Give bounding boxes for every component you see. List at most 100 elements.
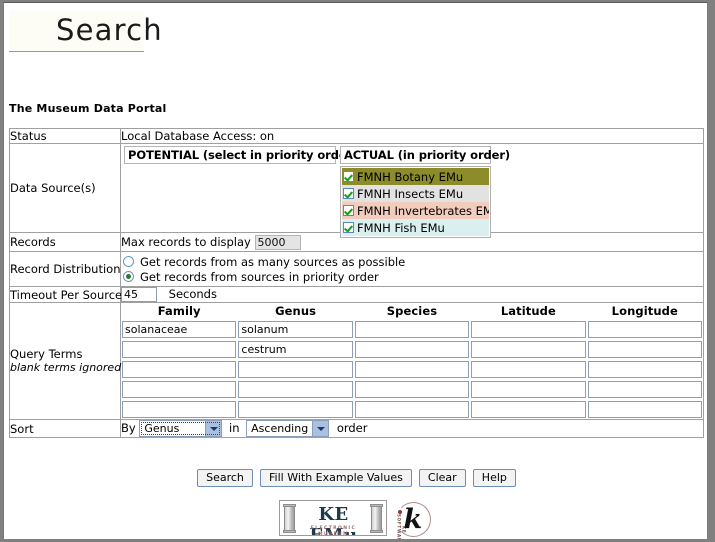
query-term-input[interactable]: [238, 380, 353, 398]
query-term-input[interactable]: [122, 380, 237, 398]
max-records-input[interactable]: [254, 234, 301, 250]
query-terms-row: Query Terms blank terms ignored Family Ge…: [9, 302, 704, 420]
timeout-value-cell: Seconds: [120, 286, 704, 303]
radio-priority-order-label: Get records from sources in priority ord…: [140, 269, 379, 284]
sort-controls: By Genus in Ascending order: [120, 419, 704, 438]
records-label: Records: [9, 232, 121, 252]
data-source-item-label: FMNH Invertebrates EMu: [357, 203, 489, 218]
query-term-input[interactable]: [354, 340, 470, 358]
query-terms-row: [121, 359, 703, 379]
query-terms-label-cell: Query Terms blank terms ignored: [9, 302, 121, 420]
query-term-input[interactable]: [122, 340, 237, 358]
query-terms-grid-cell: Family Genus Species Latitude Longitude: [120, 302, 704, 420]
query-term-input[interactable]: [238, 400, 353, 418]
query-term-input[interactable]: [238, 320, 353, 338]
status-row: Status Local Database Access: on: [9, 128, 704, 144]
checkbox-checked-icon[interactable]: [343, 188, 354, 199]
query-term-input[interactable]: [122, 320, 237, 338]
query-term-input[interactable]: [238, 360, 353, 378]
actual-source-list[interactable]: FMNH Botany EMu FMNH Insects EMu FMNH Inve…: [340, 166, 491, 238]
data-source-item-label: FMNH Botany EMu: [357, 169, 464, 184]
clear-button[interactable]: Clear: [418, 468, 466, 487]
data-source-item[interactable]: FMNH Fish EMu: [342, 219, 489, 236]
record-distribution-option-priority[interactable]: Get records from sources in priority ord…: [121, 269, 703, 284]
timeout-input[interactable]: [121, 287, 157, 302]
ke-emu-logo-tagline: ELECTRONIC MUSEUM: [310, 526, 357, 536]
radio-priority-order[interactable]: [123, 271, 134, 282]
data-source-item[interactable]: FMNH Botany EMu: [342, 168, 489, 185]
potential-column-header: POTENTIAL (select in priority order): [124, 146, 357, 164]
column-icon: [282, 504, 296, 533]
query-term-input[interactable]: [354, 400, 470, 418]
query-term-input[interactable]: [471, 360, 586, 378]
query-terms-label: Query Terms: [10, 347, 83, 361]
query-terms-body: [121, 319, 703, 419]
data-source-label: Data Source(s): [9, 143, 121, 233]
footer-logo-group: KE EMu ELECTRONIC MUSEUM KE SOFTWARE k: [278, 500, 435, 539]
sort-direction-value: Ascending: [251, 422, 309, 435]
query-terms-column-header: Genus: [275, 303, 317, 318]
data-source-item-label: FMNH Insects EMu: [357, 186, 464, 201]
portal-heading: The Museum Data Portal: [9, 102, 167, 115]
query-term-input[interactable]: [587, 320, 702, 338]
query-term-input[interactable]: [471, 340, 586, 358]
checkbox-checked-icon[interactable]: [343, 205, 354, 216]
sort-label: Sort: [9, 419, 121, 438]
query-term-input[interactable]: [122, 360, 237, 378]
search-button[interactable]: Search: [197, 468, 253, 487]
checkbox-checked-icon[interactable]: [343, 171, 354, 182]
query-term-input[interactable]: [471, 400, 586, 418]
query-term-input[interactable]: [238, 340, 353, 358]
query-terms-column-header: Species: [386, 303, 438, 318]
fill-with-example-values-button[interactable]: Fill With Example Values: [260, 468, 412, 487]
query-term-input[interactable]: [587, 380, 702, 398]
data-source-item[interactable]: FMNH Invertebrates EMu: [342, 202, 489, 219]
data-source-item[interactable]: FMNH Insects EMu: [342, 185, 489, 202]
actual-column-header: ACTUAL (in priority order): [340, 146, 510, 164]
footer: KE EMu ELECTRONIC MUSEUM KE SOFTWARE k: [4, 500, 707, 539]
page-title-wrapper: Search: [9, 11, 162, 52]
checkbox-checked-icon[interactable]: [343, 222, 354, 233]
record-distribution-options: Get records from as many sources as poss…: [120, 251, 704, 287]
page-title: Search: [9, 11, 162, 52]
query-terms-row: [121, 379, 703, 399]
max-records-label: Max records to display: [121, 234, 251, 249]
search-form-table: Status Local Database Access: on Data So…: [9, 128, 704, 438]
query-terms-column-header: Family: [157, 303, 201, 318]
query-term-input[interactable]: [471, 320, 586, 338]
sort-row: Sort By Genus in Ascending order: [9, 419, 704, 438]
query-term-input[interactable]: [354, 360, 470, 378]
timeout-label: Timeout Per Source: [9, 286, 123, 303]
chevron-down-icon: [205, 421, 222, 436]
action-button-row: Search Fill With Example Values Clear He…: [4, 467, 707, 487]
query-terms-header-row: Family Genus Species Latitude Longitude: [121, 303, 703, 319]
k-glyph-icon: k: [403, 504, 423, 535]
sort-in-label: in: [229, 421, 240, 435]
query-terms-row: [121, 399, 703, 419]
sort-order-label: order: [336, 421, 368, 435]
data-source-row: Data Source(s) POTENTIAL (select in prio…: [9, 143, 704, 238]
sort-field-select[interactable]: Genus: [139, 420, 223, 437]
query-term-input[interactable]: [587, 360, 702, 378]
column-icon: [369, 504, 383, 533]
query-terms-row: [121, 339, 703, 359]
ke-software-logo[interactable]: KE SOFTWARE k: [391, 500, 435, 539]
query-term-input[interactable]: [122, 400, 237, 418]
query-term-input[interactable]: [587, 400, 702, 418]
help-button[interactable]: Help: [472, 468, 516, 487]
data-source-item-label: FMNH Fish EMu: [357, 220, 445, 235]
status-value: Local Database Access: on: [120, 128, 704, 144]
chevron-down-icon: [312, 421, 329, 436]
query-term-input[interactable]: [471, 380, 586, 398]
query-term-input[interactable]: [354, 320, 470, 338]
query-terms-column-header: Longitude: [611, 303, 678, 318]
query-terms-row: [121, 319, 703, 339]
radio-many-sources[interactable]: [123, 256, 134, 267]
ke-emu-logo[interactable]: KE EMu ELECTRONIC MUSEUM: [278, 500, 387, 536]
query-term-input[interactable]: [354, 380, 470, 398]
record-distribution-row: Record Distribution Get records from as …: [9, 251, 704, 287]
query-term-input[interactable]: [587, 340, 702, 358]
record-distribution-option-many[interactable]: Get records from as many sources as poss…: [121, 254, 703, 269]
sort-by-label: By: [121, 421, 136, 435]
sort-direction-select[interactable]: Ascending: [246, 420, 330, 437]
